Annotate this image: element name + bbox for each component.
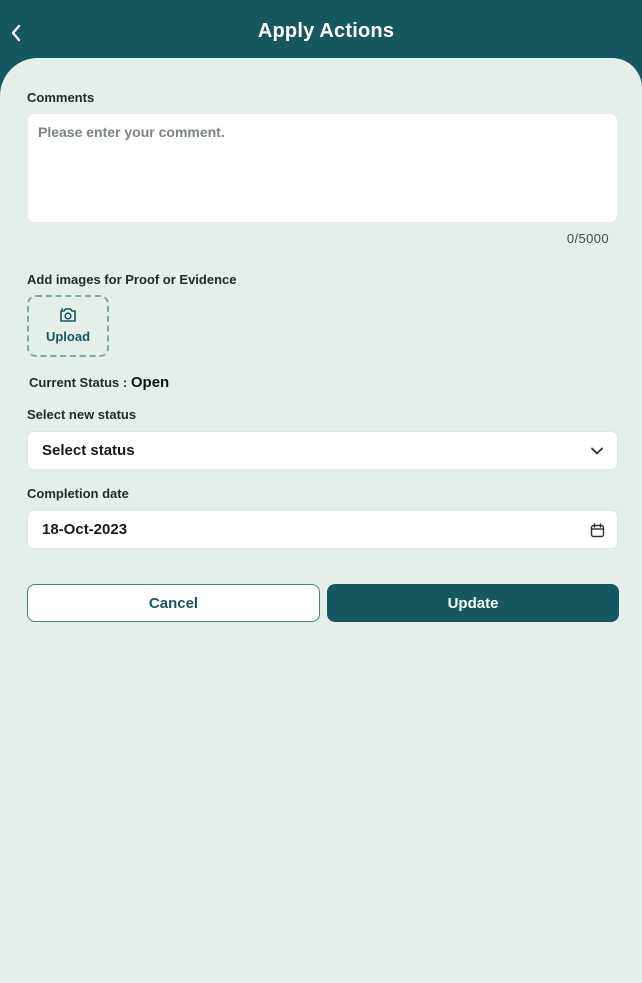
form-panel: Comments 0/5000 Add images for Proof or …	[0, 58, 642, 983]
upload-button[interactable]: Upload	[27, 295, 109, 357]
page-title: Apply Actions	[257, 20, 395, 42]
chevron-down-icon	[589, 443, 605, 459]
completion-date-label: Completion date	[27, 486, 129, 501]
back-button[interactable]	[4, 20, 28, 46]
current-status: Current Status : Open	[29, 374, 169, 391]
comments-input[interactable]	[28, 114, 617, 222]
completion-date-field[interactable]: 18-Oct-2023	[27, 510, 618, 549]
status-select[interactable]: Select status	[27, 431, 618, 470]
new-status-label: Select new status	[27, 407, 137, 422]
upload-label: Upload	[45, 328, 91, 344]
status-select-value: Select status	[42, 442, 135, 459]
calendar-icon[interactable]	[589, 522, 605, 538]
chevron-left-icon	[11, 24, 21, 42]
comments-field[interactable]	[27, 113, 618, 223]
camera-icon	[60, 307, 76, 322]
comments-label: Comments	[27, 90, 95, 105]
completion-date-value: 18-Oct-2023	[42, 521, 128, 538]
cancel-button[interactable]: Cancel	[27, 584, 320, 622]
character-counter: 0/5000	[566, 231, 609, 246]
app-root: Apply Actions Comments 0/5000 Add images…	[0, 0, 642, 983]
update-button[interactable]: Update	[327, 584, 619, 622]
current-status-value: Open	[130, 374, 170, 391]
current-status-label: Current Status :	[29, 375, 128, 390]
evidence-label: Add images for Proof or Evidence	[27, 272, 237, 287]
